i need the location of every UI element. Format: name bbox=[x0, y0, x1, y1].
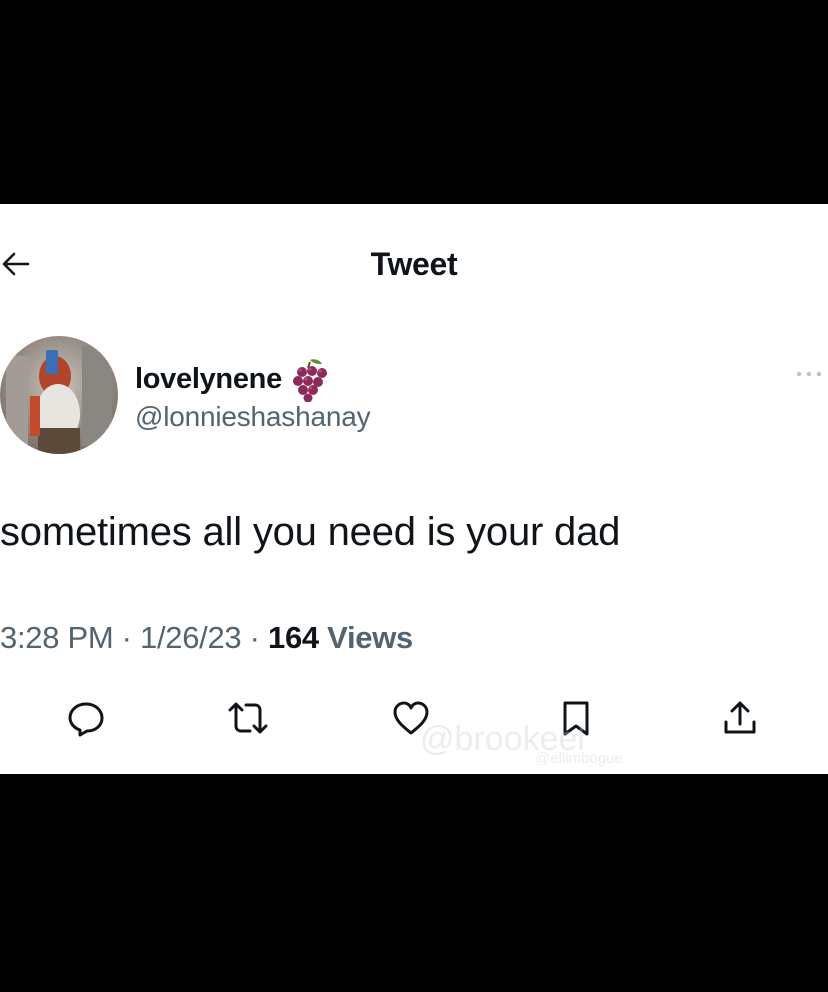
meta-separator: · bbox=[241, 620, 269, 655]
watermark-sub: @ellimbogue bbox=[535, 750, 623, 767]
reply-button[interactable] bbox=[66, 698, 106, 738]
views-count: 164 bbox=[268, 620, 319, 655]
share-upload-icon bbox=[724, 701, 756, 734]
display-name[interactable]: lovelynene bbox=[135, 363, 282, 396]
meta-separator: · bbox=[113, 620, 141, 655]
display-name-row: lovelynene bbox=[135, 356, 330, 403]
avatar[interactable] bbox=[0, 336, 118, 454]
tweet-date[interactable]: 1/26/23 bbox=[140, 620, 242, 655]
retweet-button[interactable] bbox=[226, 698, 268, 738]
more-dots-icon[interactable] bbox=[794, 366, 824, 382]
grapes-emoji-icon bbox=[284, 356, 330, 403]
views-label: Views bbox=[318, 620, 413, 655]
reply-bubble-icon bbox=[68, 702, 104, 737]
page-title: Tweet bbox=[370, 246, 458, 282]
tweet-screen: Tweet lovelynene @lonnieshashanay someti… bbox=[0, 204, 828, 774]
tweet-meta: 3:28 PM · 1/26/23 · 164 Views bbox=[0, 620, 413, 656]
retweet-icon bbox=[228, 702, 268, 734]
share-button[interactable] bbox=[720, 698, 760, 738]
tweet-text: sometimes all you need is your dad bbox=[0, 510, 621, 554]
tweet-time[interactable]: 3:28 PM bbox=[0, 620, 114, 655]
watermark: @brookeel @ellimbogue bbox=[420, 720, 710, 774]
user-handle[interactable]: @lonnieshashanay bbox=[135, 401, 371, 433]
